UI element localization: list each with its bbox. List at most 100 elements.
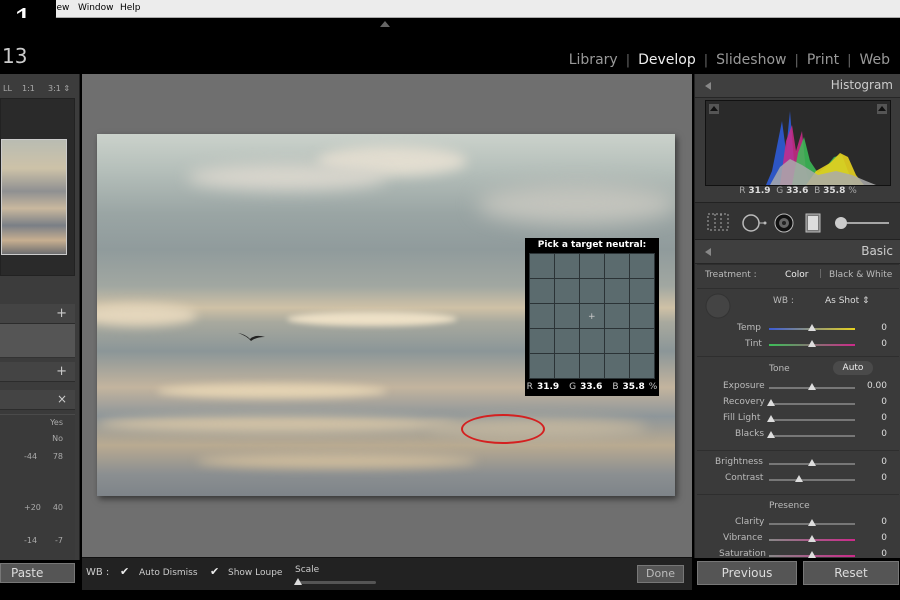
history-value: +20	[24, 503, 41, 512]
recovery-slider-thumb[interactable]	[767, 399, 775, 406]
histogram-header[interactable]: Histogram	[695, 74, 900, 98]
spot-removal-icon[interactable]	[741, 213, 767, 233]
zoom-fill[interactable]: LL	[3, 84, 12, 93]
blacks-value: 0	[881, 429, 887, 439]
paste-button[interactable]: Paste	[0, 563, 75, 583]
zoom-3-1[interactable]: 3:1 ⇕	[48, 84, 70, 93]
show-loupe-label: Show Loupe	[228, 568, 283, 578]
blacks-slider[interactable]	[767, 431, 855, 438]
contrast-slider[interactable]	[769, 475, 855, 482]
temp-label: Temp	[737, 323, 761, 333]
module-bar: 13 Library | Develop | Slideshow | Print…	[0, 18, 900, 74]
history-section-header[interactable]: ×	[0, 390, 75, 410]
loupe-rgb-readout: R 31.9 G 33.6 B 35.8 %	[525, 382, 659, 392]
vibrance-value: 0	[881, 533, 887, 543]
reset-button[interactable]: Reset	[803, 561, 899, 585]
loupe-b-label: B	[612, 382, 619, 392]
brightness-slider-thumb[interactable]	[808, 459, 816, 466]
previous-button[interactable]: Previous	[697, 561, 797, 585]
navigator-preview	[0, 98, 75, 276]
brightness-label: Brightness	[715, 457, 763, 467]
red-eye-icon[interactable]	[773, 213, 795, 233]
saturation-slider[interactable]	[769, 551, 855, 558]
exposure-slider-thumb[interactable]	[808, 383, 816, 390]
done-button[interactable]: Done	[637, 565, 684, 583]
menu-help[interactable]: Help	[120, 3, 141, 13]
collapse-top-panel-icon[interactable]	[380, 21, 390, 27]
wb-preset-select[interactable]: As Shot ⇕	[825, 296, 870, 306]
tint-slider-thumb[interactable]	[808, 340, 816, 347]
snapshots-section-header[interactable]: +	[0, 362, 75, 382]
adjustment-brush-icon[interactable]	[833, 213, 891, 233]
catalog-identity: 13	[2, 44, 28, 68]
temp-slider[interactable]	[769, 324, 855, 331]
auto-dismiss-checkbox[interactable]: ✔	[120, 566, 132, 578]
clarity-slider-thumb[interactable]	[808, 519, 816, 526]
loupe-title: Pick a target neutral:	[537, 240, 647, 250]
exposure-value: 0.00	[866, 381, 887, 391]
cloud-shape	[97, 304, 197, 326]
auto-tone-button[interactable]: Auto	[833, 361, 873, 375]
treatment-color-option[interactable]: Color	[785, 270, 809, 280]
show-loupe-checkbox[interactable]: ✔	[210, 566, 222, 578]
target-neutral-highlight	[461, 414, 545, 444]
fill-light-slider[interactable]	[767, 415, 855, 422]
basic-header[interactable]: Basic	[695, 240, 900, 264]
hist-unit: %	[848, 186, 857, 196]
module-library[interactable]: Library	[561, 52, 626, 68]
brightness-value: 0	[881, 457, 887, 467]
vibrance-slider-thumb[interactable]	[808, 535, 816, 542]
right-panel: Histogram R 31.9 G 33.6 B 35.8 % Basic T…	[694, 74, 900, 585]
navigator-thumbnail[interactable]	[1, 139, 67, 255]
tint-value: 0	[881, 339, 887, 349]
recovery-label: Recovery	[723, 397, 765, 407]
loupe-b-value: 35.8	[622, 382, 645, 392]
blacks-label: Blacks	[735, 429, 765, 439]
presets-section-header[interactable]: +	[0, 304, 75, 324]
clear-history-icon[interactable]: ×	[57, 392, 67, 406]
history-section: × Yes No -44 78 +20 40 -14 -7	[0, 390, 75, 560]
clarity-slider[interactable]	[769, 519, 855, 526]
vibrance-slider[interactable]	[769, 535, 855, 542]
recovery-value: 0	[881, 397, 887, 407]
temp-slider-thumb[interactable]	[808, 324, 816, 331]
collapse-icon	[705, 82, 711, 90]
crop-overlay-icon[interactable]	[707, 213, 729, 231]
tool-strip	[695, 202, 900, 240]
cloud-shape	[97, 416, 457, 432]
cloud-shape	[157, 384, 387, 398]
recovery-slider[interactable]	[767, 399, 855, 406]
white-balance-group: WB : As Shot ⇕ Temp 0 Tint 0	[697, 288, 899, 354]
toolbar: WB : ✔ Auto Dismiss ✔ Show Loupe Scale D…	[82, 557, 692, 590]
scale-slider-thumb[interactable]	[294, 578, 302, 585]
history-value: 78	[52, 452, 63, 461]
blacks-slider-thumb[interactable]	[767, 431, 775, 438]
wb-label: WB :	[773, 296, 794, 306]
exposure-label: Exposure	[723, 381, 765, 391]
zoom-1-1[interactable]: 1:1	[22, 84, 35, 93]
module-develop[interactable]: Develop	[630, 52, 704, 68]
history-value: No	[52, 434, 63, 443]
tint-slider[interactable]	[769, 340, 855, 347]
fill-light-slider-thumb[interactable]	[767, 415, 775, 422]
module-slideshow[interactable]: Slideshow	[708, 52, 794, 68]
wb-eyedropper-icon[interactable]	[705, 293, 731, 319]
add-snapshot-icon[interactable]: +	[56, 364, 67, 379]
exposure-slider[interactable]	[769, 383, 855, 390]
histogram-rgb-readout: R 31.9 G 33.6 B 35.8 %	[739, 186, 857, 196]
scale-label: Scale	[295, 565, 320, 575]
contrast-slider-thumb[interactable]	[795, 475, 803, 482]
graduated-filter-icon[interactable]	[805, 213, 821, 233]
cloud-shape	[477, 184, 675, 224]
cloud-shape	[287, 312, 457, 326]
treatment-bw-option[interactable]: Black & White	[829, 270, 892, 280]
saturation-slider-thumb[interactable]	[808, 551, 816, 558]
histogram-graph[interactable]	[705, 100, 891, 186]
module-web[interactable]: Web	[851, 52, 898, 68]
tint-label: Tint	[745, 339, 762, 349]
menu-window[interactable]: Window	[78, 3, 114, 13]
scale-slider-track[interactable]	[296, 581, 376, 584]
module-print[interactable]: Print	[799, 52, 847, 68]
brightness-slider[interactable]	[769, 459, 855, 466]
add-preset-icon[interactable]: +	[56, 306, 67, 321]
